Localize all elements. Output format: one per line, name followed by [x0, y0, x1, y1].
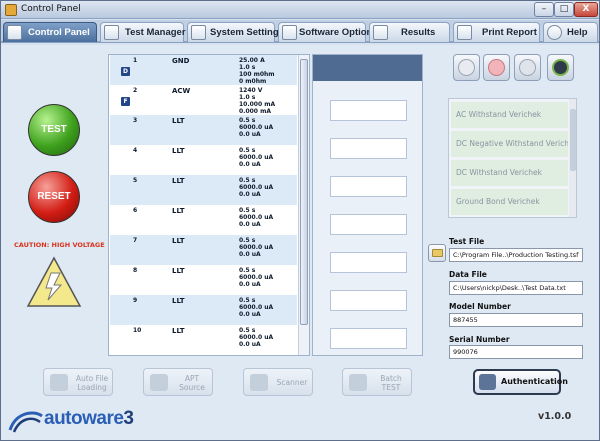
test-step-list[interactable]: 1 D GND 25.00 A 1.0 s 100 m0hm 0 m0hm 2 … — [108, 54, 310, 356]
step-type: LLT — [172, 267, 185, 275]
scanner-icon — [250, 374, 268, 391]
reset-button[interactable]: RESET — [28, 171, 80, 223]
step-row[interactable]: 9 LLT 0.5 s 6000.0 uA 0.0 uA — [110, 295, 297, 325]
step-row[interactable]: 6 LLT 0.5 s 6000.0 uA 0.0 uA — [110, 205, 297, 235]
verichek-list-scrollbar[interactable] — [569, 99, 576, 217]
results-icon — [373, 25, 388, 40]
step-badge: F — [121, 97, 130, 106]
verichek-item[interactable]: DC Withstand Verichek — [451, 160, 568, 186]
step-type: ACW — [172, 87, 191, 95]
batch-test-button[interactable]: Batch TEST — [342, 368, 412, 396]
step-row[interactable]: 1 D GND 25.00 A 1.0 s 100 m0hm 0 m0hm — [110, 55, 297, 85]
tab-system-settings[interactable]: System Settings — [187, 22, 284, 42]
scrollbar-thumb[interactable] — [300, 59, 308, 325]
help-icon — [547, 25, 562, 40]
serial-number-label: Serial Number — [449, 335, 510, 344]
auto-file-icon — [50, 374, 68, 391]
step-type: GND — [172, 57, 190, 65]
data-file-field[interactable]: C:\Users\nickp\Desk..\Test Data.txt — [449, 281, 583, 295]
step-type: LLT — [172, 117, 185, 125]
verichek-item[interactable]: DC Negative Withstand Verichek — [451, 131, 568, 157]
home-icon — [7, 25, 22, 40]
refresh-tool-button[interactable] — [514, 54, 541, 81]
tab-print-report[interactable]: Print Report — [453, 22, 540, 42]
app-window: Control Panel – □ X Control Panel Test M… — [0, 0, 600, 441]
instrument-tool-button[interactable] — [547, 54, 574, 81]
verichek-item[interactable]: AC Withstand Verichek — [451, 102, 568, 128]
step-type: LLT — [172, 147, 185, 155]
verichek-list[interactable]: AC Withstand Verichek DC Negative Withst… — [448, 98, 577, 218]
step-row[interactable]: 8 LLT 0.5 s 6000.0 uA 0.0 uA — [110, 265, 297, 295]
step-row[interactable]: 4 LLT 0.5 s 6000.0 uA 0.0 uA — [110, 145, 297, 175]
step-type: LLT — [172, 177, 185, 185]
result-box — [330, 290, 407, 311]
title-bar[interactable]: Control Panel – □ X — [1, 1, 599, 19]
data-file-label: Data File — [449, 270, 487, 279]
scanner-button[interactable]: Scanner — [243, 368, 313, 396]
result-box — [330, 252, 407, 273]
step-row[interactable]: 7 LLT 0.5 s 6000.0 uA 0.0 uA — [110, 235, 297, 265]
model-number-field[interactable]: 887455 — [449, 313, 583, 327]
control-panel-content: TEST RESET CAUTION: HIGH VOLTAGE 1 D GND… — [1, 45, 599, 440]
batch-test-icon — [349, 374, 367, 391]
close-button[interactable]: X — [574, 2, 598, 17]
test-button[interactable]: TEST — [28, 104, 80, 156]
stop-icon — [488, 59, 505, 76]
refresh-icon — [519, 59, 536, 76]
folder-icon — [432, 249, 443, 257]
tab-help[interactable]: Help — [543, 22, 598, 42]
step-row[interactable]: 3 LLT 0.5 s 6000.0 uA 0.0 uA — [110, 115, 297, 145]
version-label: v1.0.0 — [538, 411, 572, 422]
verichek-tool-button[interactable] — [453, 54, 480, 81]
apt-source-button[interactable]: APT Source — [143, 368, 213, 396]
maximize-button[interactable]: □ — [554, 2, 574, 17]
authentication-button[interactable]: Authentication — [473, 369, 568, 395]
autoware-logo: autoware3 — [8, 406, 148, 436]
instrument-icon — [552, 59, 569, 76]
scrollbar-thumb[interactable] — [570, 109, 576, 171]
document-icon — [458, 59, 475, 76]
step-row[interactable]: 5 LLT 0.5 s 6000.0 uA 0.0 uA — [110, 175, 297, 205]
tab-results[interactable]: Results — [369, 22, 450, 42]
result-box — [330, 138, 407, 159]
auto-file-loading-button[interactable]: Auto File Loading — [43, 368, 113, 396]
serial-number-field[interactable]: 990076 — [449, 345, 583, 359]
main-tabs: Control Panel Test Manager System Settin… — [1, 20, 599, 43]
step-result-panel — [312, 54, 423, 356]
step-row[interactable]: 2 F ACW 1240 V 1.0 s 10.000 mA 0.000 mA — [110, 85, 297, 115]
apt-source-icon — [150, 374, 168, 391]
step-type: LLT — [172, 327, 185, 335]
tab-test-manager[interactable]: Test Manager — [100, 22, 186, 42]
stop-tool-button[interactable] — [483, 54, 510, 81]
step-badge: D — [121, 67, 130, 76]
app-icon — [5, 4, 17, 16]
browse-test-file-button[interactable] — [428, 244, 446, 262]
printer-icon — [457, 25, 472, 40]
window-title: Control Panel — [21, 4, 81, 14]
verichek-item[interactable]: Ground Bond Verichek — [451, 189, 568, 215]
minimize-button[interactable]: – — [534, 2, 554, 17]
tab-control-panel[interactable]: Control Panel — [3, 22, 97, 42]
tab-software-options[interactable]: Software Options — [278, 22, 378, 42]
test-file-label: Test File — [449, 237, 485, 246]
test-file-field[interactable]: C:\Program File..\Production Testing.tsf — [449, 248, 583, 262]
result-box — [330, 328, 407, 349]
settings-icon — [191, 25, 206, 40]
result-box — [330, 176, 407, 197]
grid-icon — [282, 25, 297, 40]
step-row[interactable]: 10 LLT 0.5 s 6000.0 uA 0.0 uA — [110, 325, 297, 355]
logo-swoosh-icon — [8, 411, 43, 433]
result-box — [330, 214, 407, 235]
step-list-scrollbar[interactable] — [298, 55, 309, 355]
step-type: LLT — [172, 297, 185, 305]
result-box — [330, 100, 407, 121]
checklist-icon — [104, 25, 119, 40]
high-voltage-caution: CAUTION: HIGH VOLTAGE — [14, 241, 105, 249]
step-type: LLT — [172, 237, 185, 245]
authentication-icon — [479, 374, 496, 390]
step-type: LLT — [172, 207, 185, 215]
high-voltage-icon — [26, 256, 82, 307]
model-number-label: Model Number — [449, 302, 511, 311]
result-panel-header — [313, 55, 422, 81]
